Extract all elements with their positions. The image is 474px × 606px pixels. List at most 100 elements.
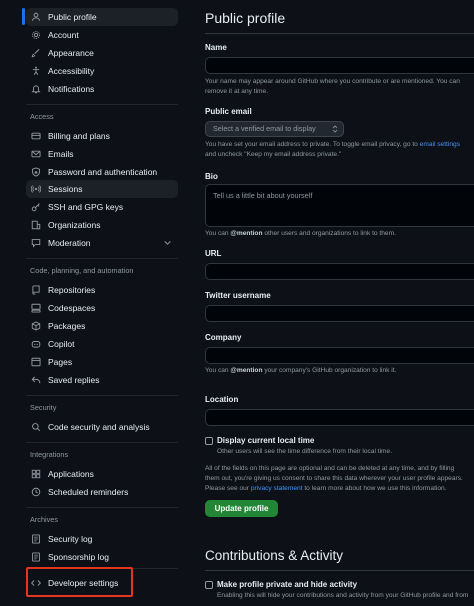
bio-textarea[interactable]: Tell us a little bit about yourself	[205, 184, 474, 227]
sidebar-item-sponsorship-log[interactable]: Sponsorship log	[26, 548, 178, 566]
public-email-label: Public email	[205, 107, 252, 116]
sidebar-item-appearance[interactable]: Appearance	[26, 44, 178, 62]
company-label: Company	[205, 333, 242, 342]
notice-line2: them out, you're giving us consent to sh…	[205, 475, 463, 482]
reply-icon	[31, 375, 41, 385]
location-input[interactable]	[205, 409, 474, 426]
sidebar-item-label: Pages	[48, 357, 73, 367]
local-time-help: Other users will see the time difference…	[217, 448, 393, 455]
sidebar-item-security-log[interactable]: Security log	[26, 530, 178, 548]
sidebar-item-label: Applications	[48, 469, 94, 479]
name-help-line1: Your name may appear around GitHub where…	[205, 78, 460, 85]
codespaces-icon	[31, 303, 41, 313]
public-email-select-value: Select a verified email to display	[213, 124, 316, 133]
sidebar-item-notifications[interactable]: Notifications	[26, 80, 178, 98]
public-email-select[interactable]: Select a verified email to display	[205, 121, 344, 137]
organization-icon	[31, 220, 41, 230]
sidebar-item-sessions[interactable]: Sessions	[26, 180, 178, 198]
sidebar-item-label: Sessions	[48, 184, 83, 194]
bio-help-text-rest: other users and organizations to link to…	[262, 230, 396, 237]
copilot-icon	[31, 339, 41, 349]
sidebar-item-label: Scheduled reminders	[48, 487, 129, 497]
company-input[interactable]	[205, 347, 474, 364]
sidebar-item-label: Security log	[48, 534, 93, 544]
sidebar-item-organizations[interactable]: Organizations	[26, 216, 178, 234]
mention-keyword: @mention	[230, 230, 263, 237]
company-help: You can @mention your company's GitHub o…	[205, 366, 474, 376]
gear-icon	[31, 30, 41, 40]
sidebar-item-moderation[interactable]: Moderation	[26, 234, 178, 252]
chevron-down-icon[interactable]	[163, 238, 172, 247]
sidebar-item-label: Accessibility	[48, 66, 95, 76]
sidebar-item-label: Public profile	[48, 12, 97, 22]
private-profile-checkbox[interactable]	[205, 581, 213, 589]
bio-label: Bio	[205, 172, 218, 181]
sidebar-item-scheduled-reminders[interactable]: Scheduled reminders	[26, 483, 178, 501]
settings-sidebar: Public profile Account Appearance Access…	[0, 0, 186, 606]
section-heading-integrations: Integrations	[30, 450, 69, 459]
sidebar-divider	[26, 442, 178, 443]
notice-line1: All of the fields on this page are optio…	[205, 465, 455, 472]
email-settings-link[interactable]: email settings	[420, 141, 460, 148]
sidebar-item-packages[interactable]: Packages	[26, 317, 178, 335]
sidebar-item-label: Billing and plans	[48, 131, 110, 141]
local-time-checkbox[interactable]	[205, 437, 213, 445]
sidebar-item-label: Repositories	[48, 285, 96, 295]
private-profile-help: Enabling this will hide your contributio…	[217, 592, 469, 599]
url-input[interactable]	[205, 263, 474, 280]
public-email-help-text: You have set your email address to priva…	[205, 141, 420, 148]
twitter-input[interactable]	[205, 305, 474, 322]
public-email-help-line2: and uncheck "Keep my email address priva…	[205, 151, 342, 158]
sidebar-item-label: Appearance	[48, 48, 94, 58]
sidebar-item-copilot[interactable]: Copilot	[26, 335, 178, 353]
sidebar-item-applications[interactable]: Applications	[26, 465, 178, 483]
sidebar-item-billing[interactable]: Billing and plans	[26, 127, 178, 145]
bio-help: You can @mention other users and organiz…	[205, 229, 474, 239]
paintbrush-icon	[31, 48, 41, 58]
sidebar-item-ssh-gpg-keys[interactable]: SSH and GPG keys	[26, 198, 178, 216]
sidebar-item-accessibility[interactable]: Accessibility	[26, 62, 178, 80]
sidebar-item-label: Sponsorship log	[48, 552, 109, 562]
notice-line3: Please see our privacy statement to lear…	[205, 484, 474, 494]
sidebar-item-label: Organizations	[48, 220, 101, 230]
twitter-label: Twitter username	[205, 291, 271, 300]
bio-placeholder: Tell us a little bit about yourself	[213, 191, 313, 200]
sidebar-item-saved-replies[interactable]: Saved replies	[26, 371, 178, 389]
sidebar-item-pages[interactable]: Pages	[26, 353, 178, 371]
contributions-divider	[205, 570, 474, 571]
sidebar-item-label: Moderation	[48, 238, 91, 248]
codescan-icon	[31, 422, 41, 432]
notice-text: Please see our	[205, 485, 251, 492]
update-profile-button[interactable]: Update profile	[205, 500, 278, 517]
red-highlight-annotation	[26, 567, 133, 597]
sidebar-item-password-authentication[interactable]: Password and authentication	[26, 163, 178, 181]
active-indicator	[22, 8, 25, 25]
notice-text-rest: to learn more about how we use this info…	[302, 485, 447, 492]
name-input[interactable]	[205, 57, 474, 74]
sidebar-item-repositories[interactable]: Repositories	[26, 281, 178, 299]
sidebar-item-public-profile[interactable]: Public profile	[26, 8, 178, 26]
sidebar-divider	[26, 104, 178, 105]
sidebar-item-account[interactable]: Account	[26, 26, 178, 44]
credit-card-icon	[31, 131, 41, 141]
accessibility-icon	[31, 66, 41, 76]
sidebar-item-label: Account	[48, 30, 79, 40]
privacy-statement-link[interactable]: privacy statement	[251, 485, 303, 492]
select-caret-icon	[332, 125, 338, 133]
company-help-text: You can	[205, 367, 231, 374]
repo-icon	[31, 285, 41, 295]
sidebar-item-code-security[interactable]: Code security and analysis	[26, 418, 178, 436]
shield-lock-icon	[31, 167, 41, 177]
bell-icon	[31, 84, 41, 94]
sidebar-item-emails[interactable]: Emails	[26, 145, 178, 163]
apps-icon	[31, 469, 41, 479]
sidebar-item-codespaces[interactable]: Codespaces	[26, 299, 178, 317]
sidebar-divider	[26, 395, 178, 396]
location-label: Location	[205, 395, 239, 404]
log-icon	[31, 552, 41, 562]
url-label: URL	[205, 249, 222, 258]
sidebar-item-label: Codespaces	[48, 303, 96, 313]
sidebar-item-label: Emails	[48, 149, 74, 159]
contributions-heading: Contributions & Activity	[205, 548, 344, 563]
browser-icon	[31, 357, 41, 367]
